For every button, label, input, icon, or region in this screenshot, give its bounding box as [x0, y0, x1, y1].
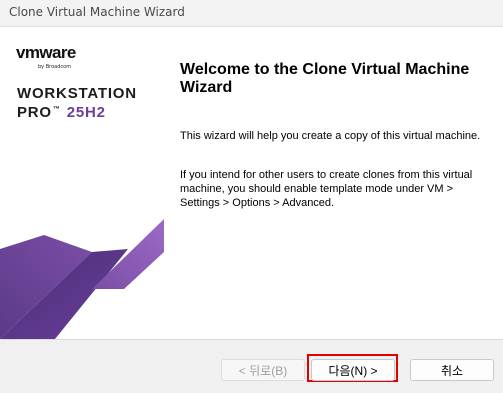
next-button[interactable]: 다음(N) >: [311, 359, 395, 381]
back-button[interactable]: < 뒤로(B): [221, 359, 305, 381]
decorative-shapes: [0, 219, 164, 339]
page-title: Welcome to the Clone Virtual Machine Wiz…: [180, 61, 470, 96]
cancel-button[interactable]: 취소: [410, 359, 494, 381]
intro-text: This wizard will help you create a copy …: [180, 130, 481, 142]
template-mode-text: If you intend for other users to create …: [180, 169, 473, 209]
wizard-content: Welcome to the Clone Virtual Machine Wiz…: [164, 27, 503, 339]
footer-divider: [0, 339, 503, 340]
title-bar: Clone Virtual Machine Wizard: [0, 0, 503, 27]
window-title: Clone Virtual Machine Wizard: [9, 5, 185, 19]
wizard-banner: vmware by Broadcom WORKSTATION PRO™ 25H2: [0, 27, 164, 339]
